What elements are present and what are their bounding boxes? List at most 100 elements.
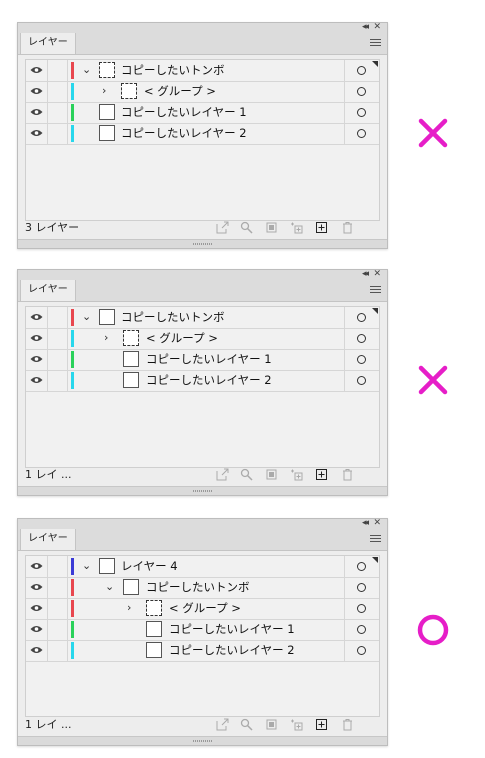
lock-toggle[interactable] xyxy=(47,307,68,328)
trash-icon[interactable] xyxy=(341,718,354,731)
layer-row[interactable]: コピーしたいレイヤー 1 xyxy=(26,349,379,371)
layer-name[interactable]: コピーしたいトンボ xyxy=(146,577,250,598)
target-cell[interactable] xyxy=(344,81,379,102)
layer-row[interactable]: コピーしたいレイヤー 2 xyxy=(26,370,379,392)
layer-name[interactable]: コピーしたいレイヤー 1 xyxy=(121,102,247,123)
new-sublayer-icon[interactable] xyxy=(290,468,303,481)
target-cell[interactable] xyxy=(344,307,379,328)
lock-toggle[interactable] xyxy=(47,556,68,577)
trash-icon[interactable] xyxy=(341,468,354,481)
target-cell[interactable] xyxy=(344,577,379,598)
chevron-down-icon[interactable]: ⌄ xyxy=(82,308,91,326)
target-cell[interactable] xyxy=(344,349,379,370)
visibility-toggle[interactable] xyxy=(26,349,48,370)
panel-menu-icon[interactable] xyxy=(370,535,381,544)
collapse-icon[interactable]: ◂◂ xyxy=(362,21,369,33)
layer-row[interactable]: ⌄ コピーしたいトンボ xyxy=(26,577,379,599)
search-icon[interactable] xyxy=(240,468,253,481)
new-layer-icon[interactable] xyxy=(315,221,328,234)
layer-row[interactable]: ⌄ コピーしたいトンボ xyxy=(26,60,379,82)
lock-toggle[interactable] xyxy=(47,640,68,661)
target-cell[interactable] xyxy=(344,556,379,577)
lock-toggle[interactable] xyxy=(47,102,68,123)
new-sublayer-icon[interactable] xyxy=(290,221,303,234)
visibility-toggle[interactable] xyxy=(26,328,48,349)
target-cell[interactable] xyxy=(344,102,379,123)
visibility-toggle[interactable] xyxy=(26,640,48,661)
chevron-right-icon[interactable]: › xyxy=(104,329,108,347)
tab-layers[interactable]: レイヤー xyxy=(20,33,76,54)
lock-toggle[interactable] xyxy=(47,81,68,102)
visibility-toggle[interactable] xyxy=(26,556,48,577)
layer-row[interactable]: › < グループ > xyxy=(26,598,379,620)
layer-name[interactable]: コピーしたいレイヤー 2 xyxy=(169,640,295,661)
clip-mask-icon[interactable] xyxy=(265,221,278,234)
layer-name[interactable]: コピーしたいレイヤー 1 xyxy=(146,349,272,370)
trash-icon[interactable] xyxy=(341,221,354,234)
target-cell[interactable] xyxy=(344,640,379,661)
layer-row[interactable]: コピーしたいレイヤー 1 xyxy=(26,619,379,641)
new-layer-icon[interactable] xyxy=(315,468,328,481)
layer-name[interactable]: コピーしたいトンボ xyxy=(121,60,225,81)
lock-toggle[interactable] xyxy=(47,328,68,349)
target-cell[interactable] xyxy=(344,598,379,619)
layer-row[interactable]: コピーしたいレイヤー 1 xyxy=(26,102,379,124)
new-layer-icon[interactable] xyxy=(315,718,328,731)
target-cell[interactable] xyxy=(344,619,379,640)
lock-toggle[interactable] xyxy=(47,619,68,640)
visibility-toggle[interactable] xyxy=(26,307,48,328)
visibility-toggle[interactable] xyxy=(26,577,48,598)
layer-row[interactable]: › < グループ > xyxy=(26,328,379,350)
export-icon[interactable] xyxy=(216,718,229,731)
layer-name[interactable]: < グループ > xyxy=(146,328,218,349)
layer-row[interactable]: コピーしたいレイヤー 2 xyxy=(26,640,379,662)
target-cell[interactable] xyxy=(344,370,379,391)
lock-toggle[interactable] xyxy=(47,577,68,598)
panel-menu-icon[interactable] xyxy=(370,39,381,48)
visibility-toggle[interactable] xyxy=(26,598,48,619)
chevron-down-icon[interactable]: ⌄ xyxy=(82,61,91,79)
resize-grip[interactable] xyxy=(18,736,387,745)
close-icon[interactable]: ✕ xyxy=(373,268,381,280)
layer-row[interactable]: ⌄ コピーしたいトンボ xyxy=(26,307,379,329)
clip-mask-icon[interactable] xyxy=(265,718,278,731)
layer-name[interactable]: < グループ > xyxy=(144,81,216,102)
target-cell[interactable] xyxy=(344,328,379,349)
tab-layers[interactable]: レイヤー xyxy=(20,529,76,550)
layer-name[interactable]: コピーしたいトンボ xyxy=(121,307,225,328)
search-icon[interactable] xyxy=(240,221,253,234)
layer-name[interactable]: コピーしたいレイヤー 2 xyxy=(121,123,247,144)
layer-name[interactable]: コピーしたいレイヤー 1 xyxy=(169,619,295,640)
close-icon[interactable]: ✕ xyxy=(373,21,381,33)
export-icon[interactable] xyxy=(216,468,229,481)
tab-layers[interactable]: レイヤー xyxy=(20,280,76,301)
close-icon[interactable]: ✕ xyxy=(373,517,381,529)
target-cell[interactable] xyxy=(344,60,379,81)
visibility-toggle[interactable] xyxy=(26,102,48,123)
panel-menu-icon[interactable] xyxy=(370,286,381,295)
visibility-toggle[interactable] xyxy=(26,60,48,81)
visibility-toggle[interactable] xyxy=(26,123,48,144)
resize-grip[interactable] xyxy=(18,486,387,495)
visibility-toggle[interactable] xyxy=(26,81,48,102)
collapse-icon[interactable]: ◂◂ xyxy=(362,268,369,280)
layer-row[interactable]: コピーしたいレイヤー 2 xyxy=(26,123,379,145)
visibility-toggle[interactable] xyxy=(26,370,48,391)
lock-toggle[interactable] xyxy=(47,60,68,81)
chevron-right-icon[interactable]: › xyxy=(127,599,131,617)
collapse-icon[interactable]: ◂◂ xyxy=(362,517,369,529)
visibility-toggle[interactable] xyxy=(26,619,48,640)
lock-toggle[interactable] xyxy=(47,598,68,619)
search-icon[interactable] xyxy=(240,718,253,731)
lock-toggle[interactable] xyxy=(47,123,68,144)
new-sublayer-icon[interactable] xyxy=(290,718,303,731)
layer-name[interactable]: レイヤー 4 xyxy=(121,556,178,577)
layer-name[interactable]: コピーしたいレイヤー 2 xyxy=(146,370,272,391)
layer-row[interactable]: ⌄ レイヤー 4 xyxy=(26,556,379,578)
export-icon[interactable] xyxy=(216,221,229,234)
lock-toggle[interactable] xyxy=(47,349,68,370)
chevron-down-icon[interactable]: ⌄ xyxy=(82,557,91,575)
layer-name[interactable]: < グループ > xyxy=(169,598,241,619)
chevron-right-icon[interactable]: › xyxy=(102,82,106,100)
target-cell[interactable] xyxy=(344,123,379,144)
